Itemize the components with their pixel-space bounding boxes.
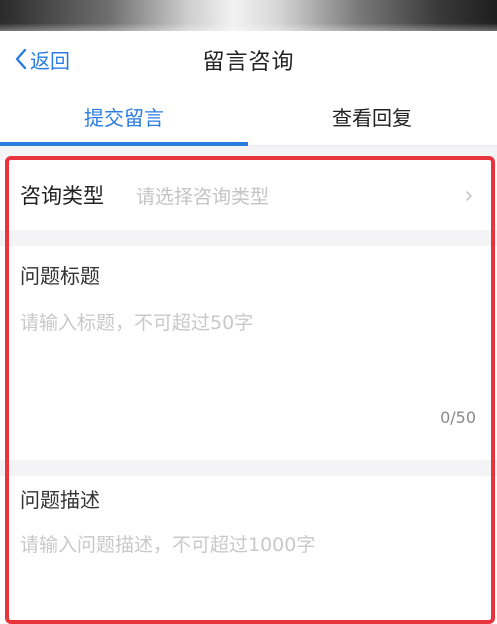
tab-submit-message[interactable]: 提交留言	[0, 87, 248, 145]
navigation-bar: 返回 留言咨询	[0, 31, 497, 87]
tab-bar: 提交留言 查看回复	[0, 87, 497, 146]
highlight-frame	[5, 156, 495, 624]
status-bar	[0, 0, 497, 31]
tab-view-replies[interactable]: 查看回复	[248, 87, 496, 145]
page-title: 留言咨询	[202, 50, 295, 75]
